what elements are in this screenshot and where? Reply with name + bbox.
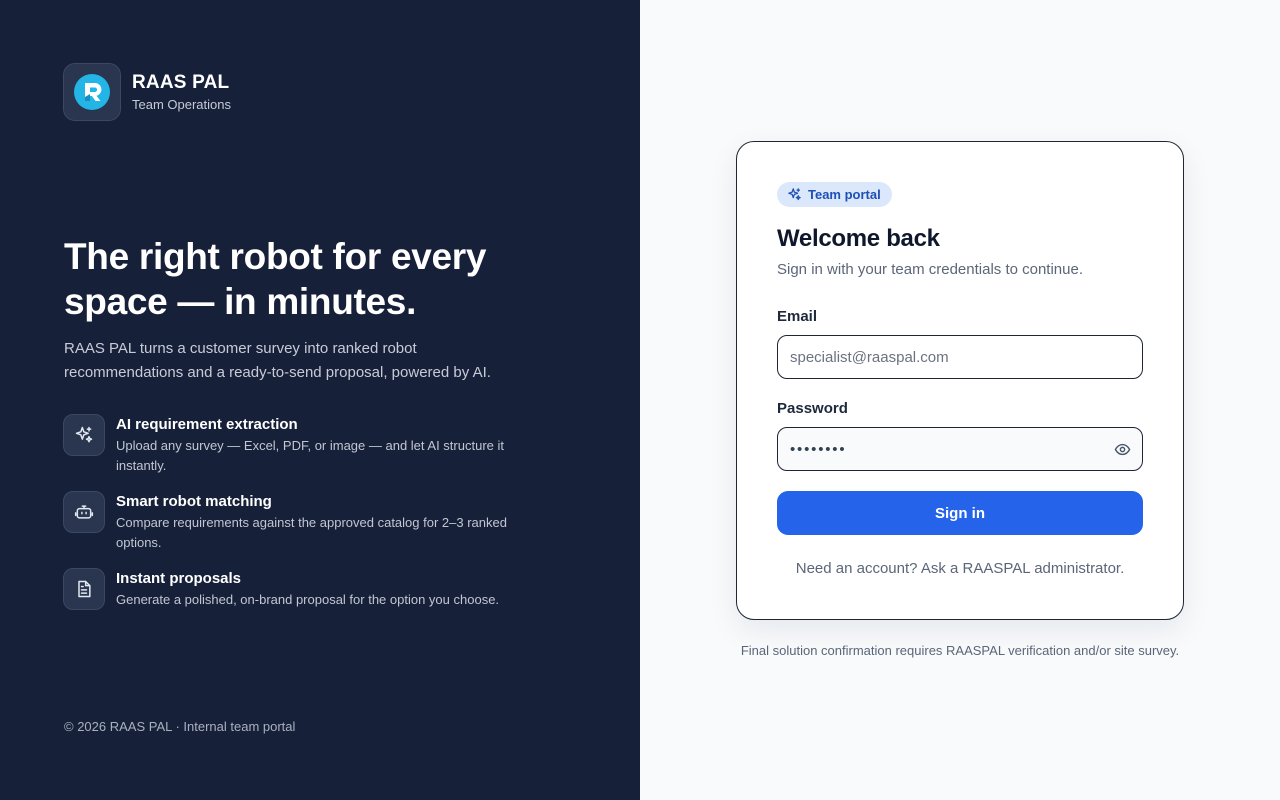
feature-description: Generate a polished, on-brand proposal f… [116,592,500,607]
password-field[interactable]: •••••••• [777,427,1143,471]
copyright: © 2026 RAAS PAL · Internal team portal [64,719,296,734]
feature-list: AI requirement extraction Upload any sur… [63,414,523,625]
brand-header: RAAS PAL Team Operations [63,63,231,121]
brand-panel: RAAS PAL Team Operations The right robot… [0,0,640,800]
login-card: Team portal Welcome back Sign in with yo… [736,141,1184,620]
feature-title: AI requirement extraction [116,416,298,433]
sparkles-icon [788,188,801,201]
feature-description: Compare requirements against the approve… [116,515,507,550]
feature-item: Instant proposals Generate a polished, o… [63,568,523,610]
feature-item: AI requirement extraction Upload any sur… [63,414,523,476]
login-title: Welcome back [777,225,940,252]
team-portal-badge: Team portal [777,182,892,207]
feature-item: Smart robot matching Compare requirement… [63,491,523,553]
feature-description: Upload any survey — Excel, PDF, or image… [116,438,504,473]
help-text: Need an account? Ask a RAASPAL administr… [795,560,1125,577]
eye-icon[interactable] [1114,441,1131,462]
feature-title: Smart robot matching [116,493,272,510]
password-label: Password [777,400,848,417]
brand-subtitle: Team Operations [132,97,231,112]
password-value: •••••••• [790,440,847,458]
email-field-wrapper [777,335,1143,379]
brand-name: RAAS PAL [132,72,230,93]
email-field[interactable] [790,348,1130,366]
login-panel: Team portal Welcome back Sign in with yo… [640,0,1280,800]
feature-title: Instant proposals [116,570,242,587]
logo-icon [63,63,121,121]
sign-in-button[interactable]: Sign in [777,491,1143,535]
hero-title: The right robot for every space — in min… [64,236,487,322]
hero: The right robot for every space — in min… [64,234,534,385]
robot-icon [63,491,105,533]
badge-label: Team portal [808,187,881,202]
footnote: Final solution confirmation requires RAA… [740,643,1180,658]
hero-description: RAAS PAL turns a customer survey into ra… [64,340,491,381]
document-icon [63,568,105,610]
email-label: Email [777,308,818,325]
sparkles-icon [63,414,105,456]
login-subtitle: Sign in with your team credentials to co… [777,261,1083,278]
